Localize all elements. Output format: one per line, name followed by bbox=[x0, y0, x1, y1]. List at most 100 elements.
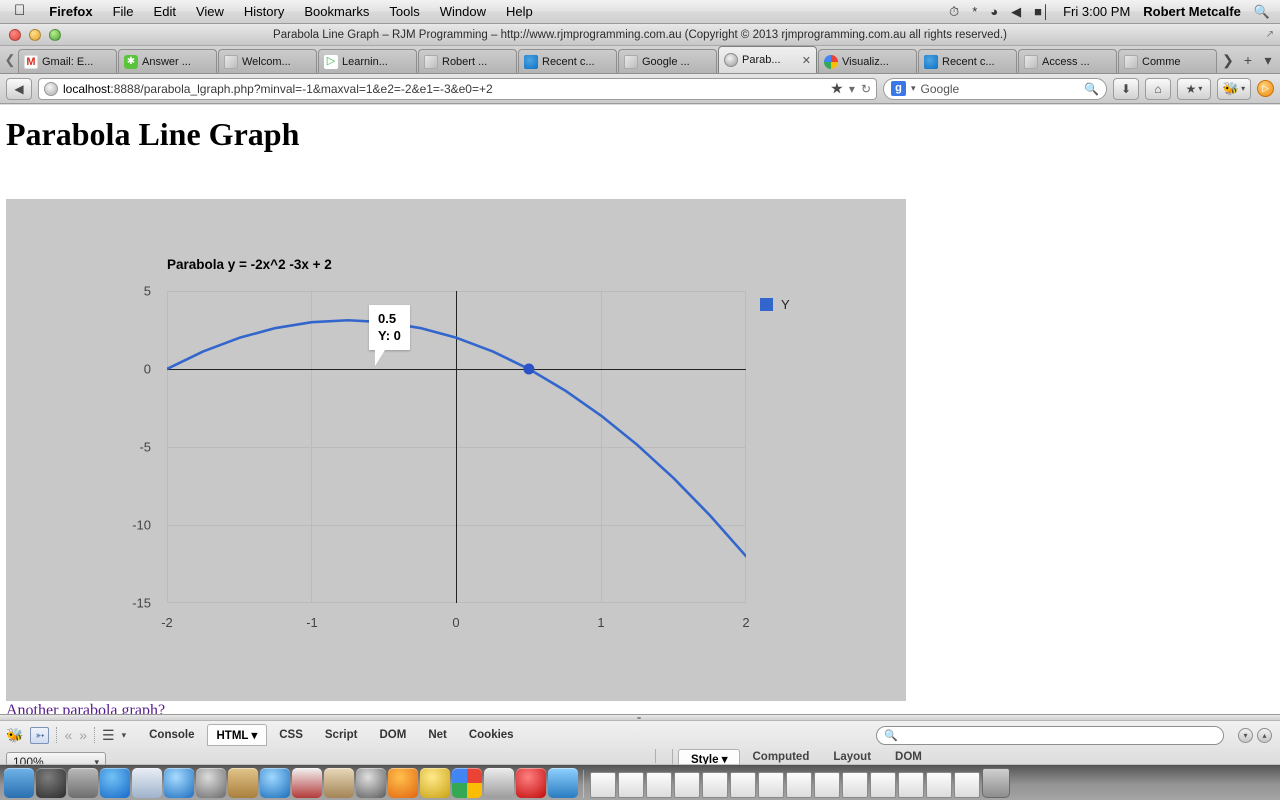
another-parabola-graph-link[interactable]: Another parabola graph? bbox=[6, 702, 165, 714]
firebug-splitter-handle[interactable] bbox=[0, 715, 1280, 721]
dock-icon-opera[interactable] bbox=[516, 768, 546, 798]
firebug-tab-net[interactable]: Net bbox=[418, 725, 457, 745]
close-tab-icon[interactable]: ✕ bbox=[802, 54, 811, 67]
firebug-toolbar-button[interactable]: 🐝 ▾ bbox=[1217, 77, 1251, 100]
double-chevron-left-icon[interactable]: « bbox=[64, 727, 72, 743]
dock-icon-contacts[interactable] bbox=[228, 768, 258, 798]
menubar-item-help[interactable]: Help bbox=[496, 4, 543, 19]
time-machine-icon[interactable]: ⏱ bbox=[949, 5, 959, 18]
dock-minimized-window[interactable] bbox=[646, 772, 672, 798]
dock-minimized-window[interactable] bbox=[758, 772, 784, 798]
resize-handle-icon[interactable]: ↗ bbox=[1266, 29, 1280, 40]
chevron-down-icon[interactable]: ▾ bbox=[251, 730, 257, 742]
chevron-down-icon[interactable]: ▾ bbox=[911, 83, 916, 94]
firebug-tab-cookies[interactable]: Cookies bbox=[459, 725, 524, 745]
tab-learning[interactable]: ▷ Learnin... bbox=[318, 49, 417, 73]
reload-icon[interactable]: ↻ bbox=[861, 82, 871, 96]
zoom-window-button[interactable] bbox=[49, 28, 61, 41]
chevron-up-circle-icon[interactable]: ▴ bbox=[1257, 727, 1272, 743]
new-tab-button[interactable]: + bbox=[1238, 47, 1258, 73]
dock-icon-chrome[interactable] bbox=[452, 768, 482, 798]
trash-icon[interactable] bbox=[982, 768, 1010, 798]
scroll-tabs-right-icon[interactable]: ❯ bbox=[1218, 47, 1238, 73]
dock-icon-notes[interactable] bbox=[548, 768, 578, 798]
firebug-search-input[interactable]: 🔍 bbox=[876, 725, 1224, 745]
dock-minimized-window[interactable] bbox=[702, 772, 728, 798]
tab-recent-comments-2[interactable]: Recent c... bbox=[918, 49, 1017, 73]
search-bar[interactable]: g ▾ Google 🔍 bbox=[883, 77, 1107, 100]
orange-addon-icon[interactable]: ▷ bbox=[1257, 80, 1274, 97]
double-chevron-right-icon[interactable]: » bbox=[79, 727, 87, 743]
dock-minimized-window[interactable] bbox=[590, 772, 616, 798]
star-icon[interactable] bbox=[831, 82, 843, 94]
tab-gmail[interactable]: M Gmail: E... bbox=[18, 49, 117, 73]
chevron-down-circle-icon[interactable]: ▾ bbox=[1238, 727, 1253, 743]
dock-minimized-window[interactable] bbox=[898, 772, 924, 798]
firebug-subtab-layout[interactable]: Layout bbox=[821, 749, 883, 765]
dock-icon-facetime[interactable] bbox=[196, 768, 226, 798]
chevron-down-icon[interactable]: ▾ bbox=[122, 730, 127, 741]
bookmarks-button[interactable]: ★ ▾ bbox=[1177, 77, 1211, 100]
dock-icon-xcode[interactable] bbox=[484, 768, 514, 798]
tab-visualize[interactable]: Visualiz... bbox=[818, 49, 917, 73]
menubar-item-firefox[interactable]: Firefox bbox=[39, 4, 102, 19]
menubar-item-view[interactable]: View bbox=[186, 4, 234, 19]
volume-icon[interactable]: ◀ bbox=[1011, 5, 1021, 18]
highlighted-data-point[interactable] bbox=[523, 363, 535, 375]
tab-answer[interactable]: ✱ Answer ... bbox=[118, 49, 217, 73]
wifi-icon[interactable]: ◕ bbox=[990, 5, 998, 18]
apple-logo-icon[interactable]:  bbox=[14, 3, 25, 18]
dock-icon-mamp[interactable] bbox=[420, 768, 450, 798]
firebug-subtab-dom[interactable]: DOM bbox=[883, 749, 934, 765]
dock-icon-dashboard[interactable] bbox=[36, 768, 66, 798]
dock-icon-iphoto[interactable] bbox=[324, 768, 354, 798]
tab-list-dropdown-icon[interactable]: ▾ bbox=[1258, 47, 1278, 73]
tab-parabola[interactable]: Parab... ✕ bbox=[718, 46, 817, 73]
dock-icon-preview[interactable] bbox=[132, 768, 162, 798]
menubar-item-edit[interactable]: Edit bbox=[144, 4, 186, 19]
menubar-item-history[interactable]: History bbox=[234, 4, 294, 19]
home-button[interactable]: ⌂ bbox=[1145, 77, 1171, 100]
dock-minimized-window[interactable] bbox=[674, 772, 700, 798]
tab-google[interactable]: Google ... bbox=[618, 49, 717, 73]
menubar-item-tools[interactable]: Tools bbox=[379, 4, 429, 19]
tab-recent-comments-1[interactable]: Recent c... bbox=[518, 49, 617, 73]
inspect-cursor-icon[interactable]: ➳ bbox=[30, 726, 50, 744]
firebug-tab-html[interactable]: HTML ▾ bbox=[206, 724, 268, 746]
firebug-tab-css[interactable]: CSS bbox=[269, 725, 313, 745]
firebug-tab-script[interactable]: Script bbox=[315, 725, 368, 745]
dock-icon-app-store[interactable] bbox=[100, 768, 130, 798]
dock-icon-textedit[interactable] bbox=[292, 768, 322, 798]
dock-icon-firefox[interactable] bbox=[388, 768, 418, 798]
dock-icon-itunes[interactable] bbox=[260, 768, 290, 798]
dock-icon-finder[interactable] bbox=[4, 768, 34, 798]
dock-minimized-window[interactable] bbox=[870, 772, 896, 798]
menubar-item-file[interactable]: File bbox=[103, 4, 144, 19]
tab-access[interactable]: Access ... bbox=[1018, 49, 1117, 73]
bluetooth-icon[interactable]: * bbox=[972, 5, 977, 18]
menubar-username[interactable]: Robert Metcalfe bbox=[1143, 4, 1241, 19]
dock-icon-camera[interactable] bbox=[356, 768, 386, 798]
chevron-down-icon[interactable]: ▾ bbox=[849, 82, 855, 96]
firebug-tab-console[interactable]: Console bbox=[139, 725, 204, 745]
menubar-clock[interactable]: Fri 3:00 PM bbox=[1063, 4, 1130, 19]
battery-icon[interactable]: ■│ bbox=[1034, 5, 1050, 18]
dock-minimized-window[interactable] bbox=[814, 772, 840, 798]
tab-robert[interactable]: Robert ... bbox=[418, 49, 517, 73]
firebug-bee-icon[interactable]: 🐝 bbox=[6, 727, 23, 744]
tab-comments[interactable]: Comme bbox=[1118, 49, 1217, 73]
back-button[interactable]: ◀ bbox=[6, 77, 32, 100]
dock-icon-safari[interactable] bbox=[164, 768, 194, 798]
spotlight-search-icon[interactable]: 🔍 bbox=[1254, 5, 1270, 18]
firebug-tab-dom[interactable]: DOM bbox=[369, 725, 416, 745]
dock-minimized-window[interactable] bbox=[730, 772, 756, 798]
minimize-window-button[interactable] bbox=[29, 28, 41, 41]
hamburger-menu-icon[interactable]: ☰ bbox=[102, 727, 115, 744]
dock-minimized-window[interactable] bbox=[786, 772, 812, 798]
url-bar[interactable]: localhost:8888/parabola_lgraph.php?minva… bbox=[38, 77, 877, 100]
firebug-subtab-computed[interactable]: Computed bbox=[740, 749, 821, 765]
downloads-button[interactable]: ⬇ bbox=[1113, 77, 1139, 100]
menubar-item-bookmarks[interactable]: Bookmarks bbox=[294, 4, 379, 19]
scroll-tabs-left-icon[interactable]: ❮ bbox=[2, 47, 18, 73]
close-window-button[interactable] bbox=[9, 28, 21, 41]
